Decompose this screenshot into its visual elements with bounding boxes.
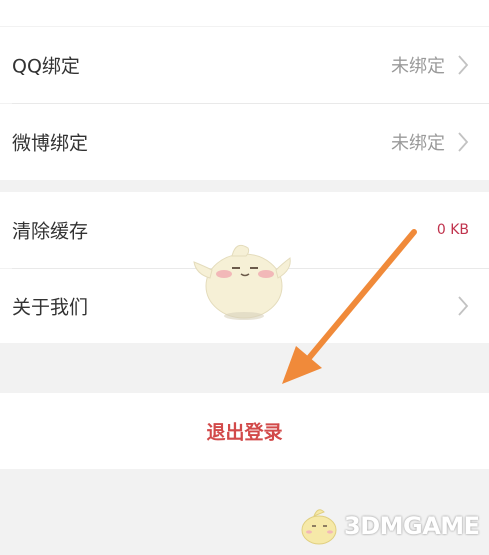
qq-binding-row[interactable]: QQ绑定 未绑定	[0, 27, 489, 103]
chevron-right-icon	[458, 55, 469, 75]
weibo-binding-row[interactable]: 微博绑定 未绑定	[0, 104, 489, 180]
weibo-binding-status: 未绑定	[391, 133, 445, 154]
3dmgame-logo	[301, 509, 337, 545]
logout-row[interactable]: 退出登录	[0, 393, 489, 469]
top-partial-row	[0, 0, 489, 26]
qq-binding-status: 未绑定	[391, 56, 445, 77]
watermark-text: 3DMGAME	[344, 512, 480, 540]
weibo-binding-label: 微博绑定	[12, 132, 89, 155]
annotation-arrow	[282, 229, 417, 384]
about-us-label: 关于我们	[12, 296, 89, 319]
watermark: 3DMGAME	[296, 504, 486, 548]
qq-binding-label: QQ绑定	[12, 55, 80, 78]
logout-button[interactable]: 退出登录	[0, 418, 489, 445]
chevron-right-icon	[458, 296, 469, 316]
cache-size-value: 0 KB	[436, 222, 469, 238]
clear-cache-label: 清除缓存	[12, 220, 89, 243]
chevron-right-icon	[458, 132, 469, 152]
